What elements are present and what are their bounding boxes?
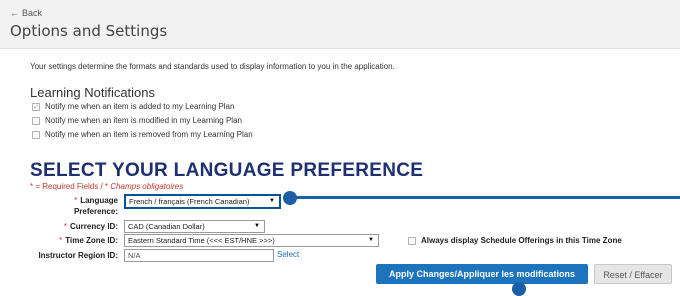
instructor-region-input[interactable]: N/A xyxy=(124,249,274,262)
chevron-down-icon: ▼ xyxy=(368,237,374,243)
required-note-fr: Champs obligatoires xyxy=(110,182,184,191)
intro-text: Your settings determine the formats and … xyxy=(30,62,395,71)
instructor-region-label: Instructor Region ID: xyxy=(38,251,118,260)
arrow-left-icon: ← xyxy=(10,8,19,18)
notify-added-checkbox[interactable]: ✓ xyxy=(32,102,40,111)
annotation-dot-marker-bottom xyxy=(512,282,526,296)
language-select-value: French / français (French Canadian) xyxy=(129,197,250,206)
back-link[interactable]: ← Back xyxy=(10,8,42,18)
required-fields-note: * = Required Fields / * Champs obligatoi… xyxy=(30,182,183,191)
timezone-select[interactable]: Eastern Standard Time (<<< EST/HNE >>>) … xyxy=(124,234,379,247)
reset-button[interactable]: Reset / Effacer xyxy=(594,264,672,284)
language-label-line2: Preference: xyxy=(73,207,118,216)
currency-select[interactable]: CAD (Canadian Dollar) ▼ xyxy=(124,220,265,233)
always-display-label: Always display Schedule Offerings in thi… xyxy=(421,236,622,245)
top-bar: ← Back Options and Settings xyxy=(0,0,680,49)
required-note-prefix: * = Required Fields / * xyxy=(30,182,109,191)
language-select[interactable]: French / français (French Canadian) ▼ xyxy=(124,194,281,209)
annotation-line xyxy=(296,196,680,199)
notify-modified-checkbox[interactable] xyxy=(32,116,40,125)
language-label: * Language xyxy=(74,196,118,205)
instructor-region-select-link[interactable]: Select xyxy=(277,250,299,259)
notify-added-label: Notify me when an item is added to my Le… xyxy=(45,102,235,111)
always-display-checkbox[interactable] xyxy=(408,236,416,245)
timezone-select-value: Eastern Standard Time (<<< EST/HNE >>>) xyxy=(128,236,275,245)
notify-removed-checkbox[interactable] xyxy=(32,130,40,139)
timezone-label: * Time Zone ID: xyxy=(59,236,118,245)
chevron-down-icon: ▼ xyxy=(254,223,260,229)
apply-changes-button[interactable]: Apply Changes/Appliquer les modification… xyxy=(376,264,588,284)
chevron-down-icon: ▼ xyxy=(269,198,275,204)
currency-select-value: CAD (Canadian Dollar) xyxy=(128,222,205,231)
notify-modified-label: Notify me when an item is modified in my… xyxy=(45,116,242,125)
language-preference-heading: SELECT YOUR LANGUAGE PREFERENCE xyxy=(30,160,424,181)
notify-removed-row[interactable]: Notify me when an item is removed from m… xyxy=(32,130,253,139)
notify-modified-row[interactable]: Notify me when an item is modified in my… xyxy=(32,116,242,125)
back-label: Back xyxy=(22,8,43,18)
annotation-dot-marker xyxy=(283,191,297,205)
always-display-row[interactable]: Always display Schedule Offerings in thi… xyxy=(408,236,622,245)
learning-notifications-heading: Learning Notifications xyxy=(30,85,156,100)
notify-added-row[interactable]: ✓ Notify me when an item is added to my … xyxy=(32,102,234,111)
notify-removed-label: Notify me when an item is removed from m… xyxy=(45,130,253,139)
currency-label: * Currency ID: xyxy=(63,222,118,231)
page-title: Options and Settings xyxy=(10,22,168,40)
